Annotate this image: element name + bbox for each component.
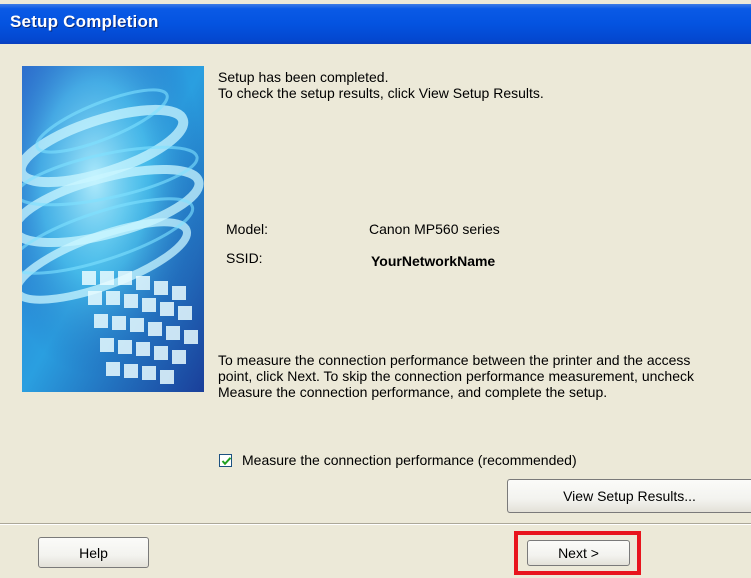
intro-line-2: To check the setup results, click View S… [218,85,544,101]
window-title: Setup Completion [10,12,159,31]
model-value: Canon MP560 series [369,221,500,237]
printer-swirl-illustration [22,66,204,392]
next-button[interactable]: Next > [527,540,630,566]
measure-performance-label: Measure the connection performance (reco… [242,452,577,468]
measure-performance-option[interactable]: Measure the connection performance (reco… [219,451,577,469]
intro-line-1: Setup has been completed. [218,69,389,85]
help-button[interactable]: Help [38,537,149,568]
setup-illustration [22,66,204,392]
intro-text: Setup has been completed. To check the s… [218,69,544,101]
ssid-value: YourNetworkName [371,253,496,269]
performance-description: To measure the connection performance be… [218,352,751,400]
ssid-label: SSID: [226,250,263,266]
model-label: Model: [226,221,269,237]
title-bar: Setup Completion [0,4,751,44]
performance-line-1: To measure the connection performance be… [218,352,691,368]
view-setup-results-button[interactable]: View Setup Results... [507,479,751,513]
footer-divider [0,523,751,525]
measure-performance-checkbox[interactable] [219,453,232,467]
checkmark-icon [221,456,232,465]
performance-line-2: point, click Next. To skip the connectio… [218,368,694,384]
performance-line-3: Measure the connection performance, and … [218,384,608,400]
